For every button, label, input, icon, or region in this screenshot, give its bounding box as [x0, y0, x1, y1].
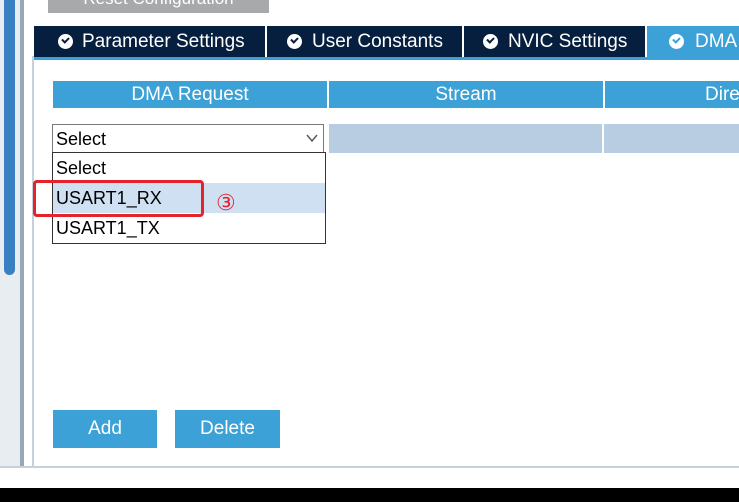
panel-divider: [20, 0, 24, 468]
tab-underline: [34, 57, 739, 60]
add-button[interactable]: Add: [53, 410, 157, 448]
vertical-scrollbar-thumb[interactable]: [4, 0, 15, 275]
column-header-dma-request: DMA Request: [53, 81, 327, 108]
check-circle-icon: [669, 34, 684, 49]
chevron-down-icon: [306, 134, 318, 143]
tab-bar: Parameter Settings User Constants NVIC S…: [34, 26, 739, 57]
status-area: [0, 468, 739, 488]
dropdown-option-usart1-tx[interactable]: USART1_TX: [53, 213, 325, 243]
table-cell-direction[interactable]: [604, 124, 739, 153]
dma-request-select[interactable]: Select: [52, 124, 324, 153]
tab-nvic-settings[interactable]: NVIC Settings: [464, 26, 645, 57]
tab-user-constants[interactable]: User Constants: [267, 26, 462, 57]
step-marker: ③: [216, 190, 236, 215]
tab-label: NVIC Settings: [508, 31, 628, 52]
taskbar: [0, 488, 739, 502]
table-cell-stream[interactable]: [329, 124, 602, 153]
column-header-label: Dire: [705, 84, 739, 105]
check-circle-icon: [287, 34, 302, 49]
highlight-annotation: [33, 180, 204, 217]
dropdown-option-select[interactable]: Select: [53, 153, 325, 183]
check-circle-icon: [58, 34, 73, 49]
check-circle-icon: [483, 34, 498, 49]
panel-border: [32, 56, 34, 468]
tab-label: DMA: [695, 31, 738, 52]
delete-button[interactable]: Delete: [175, 410, 280, 448]
reset-configuration-button[interactable]: Reset Configuration: [48, 0, 269, 13]
column-header-stream: Stream: [329, 81, 603, 108]
tab-parameter-settings[interactable]: Parameter Settings: [34, 26, 265, 57]
tab-label: Parameter Settings: [82, 31, 245, 52]
select-value: Select: [56, 129, 107, 149]
tab-dma-settings[interactable]: DMA: [647, 26, 739, 57]
tab-label: User Constants: [312, 31, 443, 52]
column-header-direction: Dire: [605, 81, 739, 108]
